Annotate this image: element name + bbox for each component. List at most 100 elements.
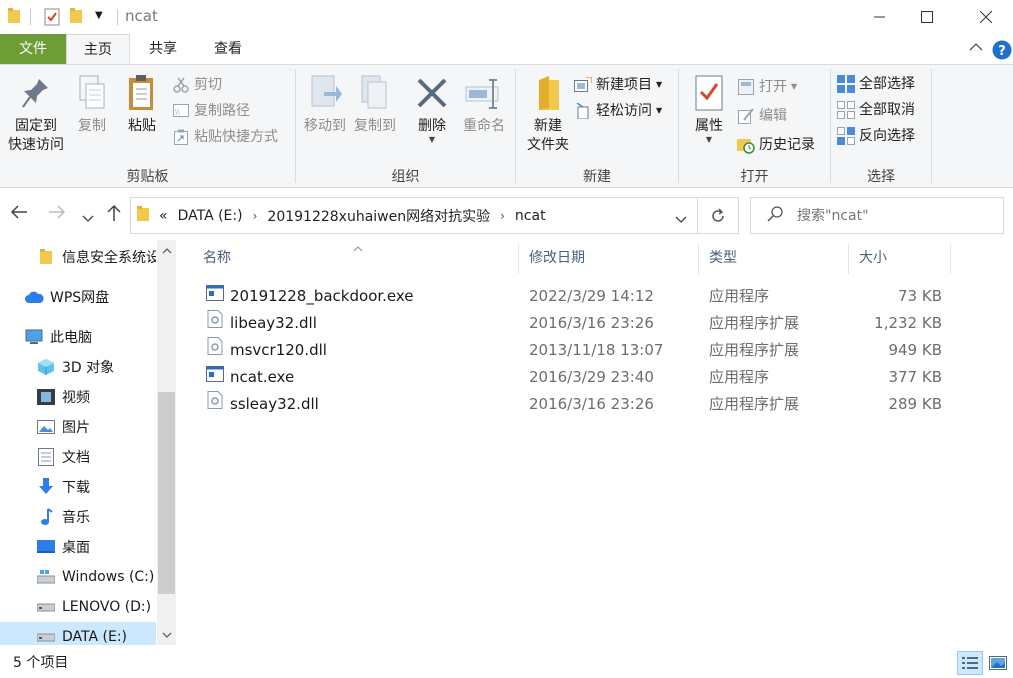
pin-quick-access-button[interactable]: 固定到 快速访问 — [4, 71, 68, 155]
back-arrow-icon[interactable] — [10, 204, 28, 224]
column-header-name[interactable]: 名称 — [192, 240, 518, 276]
nav-item-drive-e[interactable]: DATA (E:) — [0, 622, 156, 645]
copy-to-button[interactable]: 复制到 — [350, 71, 400, 136]
paste-shortcut-button[interactable]: 粘贴快捷方式 — [172, 125, 278, 149]
delete-x-icon — [412, 71, 452, 115]
table-row[interactable]: libeay32.dll 2016/3/16 23:26 应用程序扩展 1,23… — [192, 310, 952, 337]
customize-quick-access-icon[interactable]: ▼ — [95, 10, 103, 21]
move-to-icon — [305, 71, 345, 115]
breadcrumb-drive[interactable]: DATA (E:) — [178, 208, 243, 224]
new-folder-button[interactable]: 新建 文件夹 — [520, 71, 576, 155]
nav-item-music[interactable]: 音乐 — [0, 502, 156, 532]
nav-item-label: 桌面 — [62, 540, 90, 556]
nav-item-drive-d[interactable]: LENOVO (D:) — [0, 592, 156, 622]
file-name-cell: libeay32.dll — [206, 310, 317, 337]
search-input[interactable] — [797, 207, 997, 224]
table-row[interactable]: 20191228_backdoor.exe 2022/3/29 14:12 应用… — [192, 283, 952, 310]
recent-locations-icon[interactable] — [82, 208, 94, 227]
column-header-date[interactable]: 修改日期 — [518, 240, 698, 276]
copy-to-icon — [355, 71, 395, 115]
tab-share[interactable]: 共享 — [132, 34, 194, 64]
breadcrumb-overflow[interactable]: « — [159, 208, 168, 224]
chevron-right-icon[interactable]: › — [253, 209, 258, 223]
select-none-icon — [837, 101, 855, 119]
file-name-cell: msvcr120.dll — [206, 337, 327, 364]
cut-button[interactable]: 剪切 — [172, 73, 222, 97]
breadcrumb-current[interactable]: ncat — [515, 208, 546, 224]
table-row[interactable]: ncat.exe 2016/3/29 23:40 应用程序 377 KB — [192, 364, 952, 391]
scroll-thumb[interactable] — [158, 392, 175, 594]
copy-icon — [72, 71, 112, 115]
nav-item-videos[interactable]: 视频 — [0, 382, 156, 412]
new-item-button[interactable]: 新建项目 ▼ — [574, 73, 662, 97]
navpane-scrollbar[interactable] — [157, 240, 176, 645]
details-view-button[interactable] — [957, 651, 983, 675]
exe-icon — [206, 283, 224, 310]
minimize-icon[interactable] — [857, 0, 903, 34]
invert-selection-label: 反向选择 — [859, 128, 915, 144]
properties-check-icon[interactable] — [44, 8, 60, 30]
file-size: 289 KB — [888, 395, 942, 413]
copy-button[interactable]: 复制 — [70, 71, 114, 136]
file-name: ssleay32.dll — [230, 395, 319, 413]
nav-item-downloads[interactable]: 下载 — [0, 472, 156, 502]
forward-arrow-icon[interactable] — [48, 204, 66, 224]
chevron-down-icon: ▼ — [656, 80, 663, 89]
tab-view[interactable]: 查看 — [196, 34, 260, 64]
tab-file[interactable]: 文件 — [0, 34, 66, 64]
scroll-down-icon[interactable] — [157, 626, 176, 643]
search-box[interactable] — [750, 197, 1004, 234]
nav-item-label: 图片 — [62, 420, 90, 436]
select-all-button[interactable]: 全部选择 — [837, 72, 915, 96]
nav-item-pictures[interactable]: 图片 — [0, 412, 156, 442]
nav-item-folder[interactable]: 信息安全系统设 — [0, 242, 156, 272]
invert-selection-icon — [837, 127, 855, 145]
chevron-right-icon[interactable]: › — [500, 209, 505, 223]
copy-path-button[interactable]: \\ 复制路径 — [172, 99, 250, 123]
drive-icon — [36, 597, 56, 617]
new-folder-quick-icon[interactable] — [70, 8, 82, 28]
select-none-button[interactable]: 全部取消 — [837, 98, 915, 122]
move-to-button[interactable]: 移动到 — [300, 71, 350, 136]
nav-item-drive-c[interactable]: Windows (C:) — [0, 562, 156, 592]
rename-button[interactable]: 重命名 — [456, 71, 512, 136]
table-row[interactable]: ssleay32.dll 2016/3/16 23:26 应用程序扩展 289 … — [192, 391, 952, 418]
help-icon[interactable]: ? — [992, 40, 1012, 64]
maximize-icon[interactable] — [904, 0, 950, 34]
paste-button[interactable]: 粘贴 — [120, 71, 164, 136]
scroll-up-icon[interactable] — [157, 242, 176, 259]
nav-item-wps[interactable]: WPS网盘 — [0, 282, 156, 312]
history-icon — [737, 136, 755, 154]
refresh-button[interactable] — [698, 197, 739, 234]
nav-item-this-pc[interactable]: 此电脑 — [0, 322, 156, 352]
up-arrow-icon[interactable] — [106, 204, 122, 226]
tab-home[interactable]: 主页 — [66, 34, 130, 65]
easy-access-button[interactable]: 轻松访问 ▼ — [574, 99, 662, 123]
address-dropdown-icon[interactable] — [675, 212, 687, 228]
nav-item-desktop[interactable]: 桌面 — [0, 532, 156, 562]
music-icon — [36, 507, 56, 527]
file-size: 377 KB — [888, 368, 942, 386]
column-header-type[interactable]: 类型 — [698, 240, 848, 276]
nav-item-documents[interactable]: 文档 — [0, 442, 156, 472]
move-to-label: 移动到 — [304, 118, 346, 134]
collapse-ribbon-icon[interactable] — [969, 40, 983, 56]
open-label: 打开 — [759, 79, 787, 95]
chevron-down-icon: ▼ — [428, 135, 436, 144]
ribbon: 固定到 快速访问 复制 粘贴 剪切 \\ 复制路径 粘贴快捷方式 剪贴板 移动到… — [0, 64, 1013, 188]
delete-button[interactable]: 删除 ▼ — [410, 71, 454, 144]
address-bar[interactable]: « DATA (E:) › 20191228xuhaiwen网络对抗实验 › n… — [130, 197, 698, 234]
close-icon[interactable] — [963, 0, 1009, 34]
nav-item-3d-objects[interactable]: 3D 对象 — [0, 352, 156, 382]
column-divider[interactable] — [950, 244, 951, 274]
edit-button[interactable]: 编辑 — [737, 104, 787, 128]
history-button[interactable]: 历史记录 — [737, 133, 815, 157]
open-button[interactable]: 打开 ▼ — [737, 75, 797, 99]
nav-item-label: 此电脑 — [50, 330, 92, 346]
invert-selection-button[interactable]: 反向选择 — [837, 124, 915, 148]
large-icons-view-button[interactable] — [985, 651, 1011, 675]
column-header-size[interactable]: 大小 — [848, 240, 950, 276]
breadcrumb-folder[interactable]: 20191228xuhaiwen网络对抗实验 — [267, 206, 490, 226]
table-row[interactable]: msvcr120.dll 2013/11/18 13:07 应用程序扩展 949… — [192, 337, 952, 364]
properties-button[interactable]: 属性 ▼ — [683, 71, 735, 144]
